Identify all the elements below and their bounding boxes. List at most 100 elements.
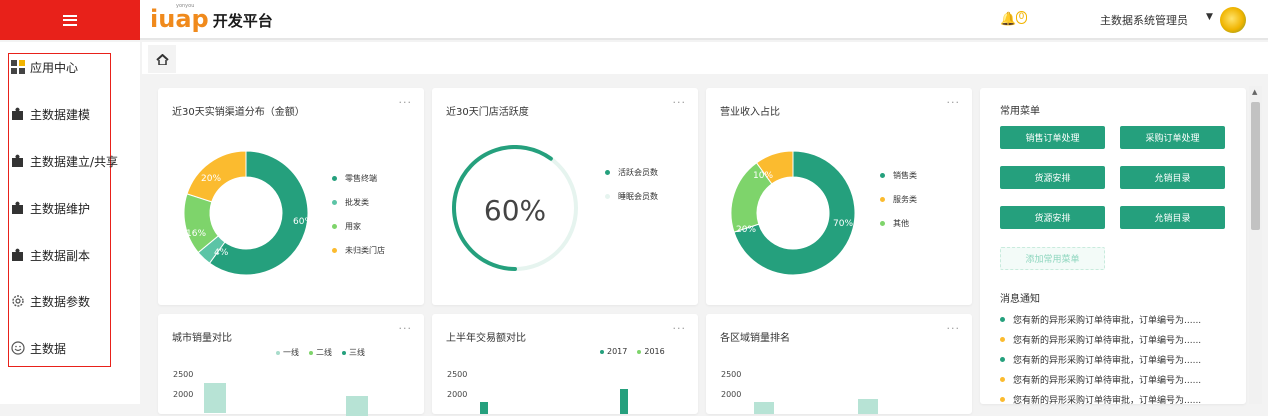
caret-down-icon[interactable]: ▼ (1206, 12, 1213, 22)
activity-gauge-chart: 60% (452, 145, 578, 271)
sidebar-item-modeling[interactable]: 主数据建模 (10, 104, 90, 124)
quick-menu-button[interactable]: 货源安排 (1000, 166, 1105, 189)
card-title: 近30天实销渠道分布（金额） (172, 107, 305, 118)
sidebar-item-share[interactable]: 主数据建立/共享 (10, 151, 118, 171)
more-icon[interactable]: ··· (673, 322, 687, 335)
grid-icon (10, 60, 25, 75)
logo-subtitle: 开发平台 (212, 12, 273, 30)
quick-menu-button[interactable]: 货源安排 (1000, 206, 1105, 229)
more-icon[interactable]: ··· (947, 322, 961, 335)
legend-item: 一线 (276, 347, 299, 358)
scrollbar[interactable]: ▲ (1249, 86, 1262, 404)
slice-label-service: 20% (736, 225, 756, 235)
store-activity-card: 近30天门店活跃度 ··· 60% 活跃会员数 睡眠会员数 (432, 88, 698, 305)
slice-label-other: 10% (753, 171, 773, 181)
slice-label-retail: 60% (293, 217, 311, 227)
y-tick-label: 2500 (173, 370, 194, 379)
menu-toggle-button[interactable] (0, 0, 140, 40)
y-tick-label: 2500 (721, 370, 742, 379)
logo-small-text: yonyou (176, 3, 195, 9)
region-ranking-card: 各区域销量排名 ··· 2500 2000 (706, 314, 972, 414)
message-item[interactable]: 您有新的异形采购订单待审批，订单编号为...... (1000, 373, 1201, 386)
bar (620, 389, 628, 414)
message-item[interactable]: 您有新的异形采购订单待审批，订单编号为...... (1000, 353, 1201, 366)
card-title: 近30天门店活跃度 (446, 107, 529, 118)
bar (204, 383, 226, 413)
channel-legend: 零售终端 批发类 用家 未归类门店 (332, 173, 385, 269)
logo-brand: iuap (150, 5, 209, 33)
card-title: 城市销量对比 (172, 333, 232, 344)
home-button[interactable] (148, 45, 176, 73)
y-tick-label: 2000 (173, 390, 194, 399)
card-title: 上半年交易额对比 (446, 333, 526, 344)
legend-item: 睡眠会员数 (605, 191, 658, 202)
half-year-card: 上半年交易额对比 ··· 2017 2016 2500 2000 (432, 314, 698, 414)
city-sales-card: 城市销量对比 ··· 一线 二线 三线 2500 2000 (158, 314, 424, 416)
y-tick-label: 2000 (447, 390, 468, 399)
smile-icon (10, 341, 25, 356)
sidebar-item-params[interactable]: 主数据参数 (10, 291, 90, 311)
gauge-value: 60% (484, 194, 546, 227)
quick-menu-button[interactable]: 允销目录 (1120, 206, 1225, 229)
sidebar-item-label: 主数据建模 (30, 107, 91, 122)
quick-menu-button[interactable]: 采购订单处理 (1120, 126, 1225, 149)
gear-icon (10, 294, 25, 309)
y-tick-label: 2000 (721, 390, 742, 399)
sidebar-item-label: 主数据副本 (30, 248, 91, 263)
sidebar-item-label: 主数据维护 (30, 201, 91, 216)
legend-item: 活跃会员数 (605, 167, 658, 178)
slice-label-wholesale: 4% (214, 248, 229, 258)
scroll-up-icon[interactable]: ▲ (1252, 88, 1257, 96)
message-item[interactable]: 您有新的异形采购订单待审批，订单编号为...... (1000, 313, 1201, 326)
top-bar: yonyou iuap 开发平台 🔔 0 主数据系统管理员 ▼ (0, 0, 1268, 40)
legend-item: 2017 (600, 347, 627, 356)
activity-legend: 活跃会员数 睡眠会员数 (605, 167, 658, 215)
half-year-legend: 2017 2016 (600, 347, 665, 356)
revenue-share-card: 营业收入占比 ··· 70% 20% 10% 销售类 服务类 其他 (706, 88, 972, 305)
revenue-donut-segments (730, 150, 856, 276)
more-icon[interactable]: ··· (399, 322, 413, 335)
legend-item: 服务类 (880, 194, 917, 205)
add-quick-menu-button[interactable]: 添加常用菜单 (1000, 247, 1105, 270)
bar (858, 399, 878, 414)
slice-label-sales: 70% (833, 219, 853, 229)
more-icon[interactable]: ··· (399, 96, 413, 109)
user-name[interactable]: 主数据系统管理员 (1100, 12, 1188, 28)
messages-title: 消息通知 (1000, 294, 1040, 305)
legend-item: 2016 (637, 347, 665, 356)
sidebar-item-maintain[interactable]: 主数据维护 (10, 198, 90, 218)
sidebar-item-app-center[interactable]: 应用中心 (10, 57, 78, 77)
sidebar-item-master-data[interactable]: 主数据 (10, 338, 66, 358)
puzzle-icon (10, 154, 25, 169)
message-item[interactable]: 您有新的异形采购订单待审批，订单编号为...... (1000, 333, 1201, 346)
legend-item: 未归类门店 (332, 245, 385, 256)
puzzle-icon (10, 248, 25, 263)
sidebar-item-label: 应用中心 (30, 60, 79, 75)
avatar[interactable] (1220, 7, 1246, 33)
quick-menu-button[interactable]: 允销目录 (1120, 166, 1225, 189)
more-icon[interactable]: ··· (673, 96, 687, 109)
notification-badge[interactable]: 0 (1016, 11, 1027, 24)
sidebar-item-label: 主数据参数 (30, 294, 91, 309)
logo[interactable]: yonyou iuap 开发平台 (150, 3, 273, 33)
bell-icon[interactable]: 🔔 (1000, 12, 1016, 27)
more-icon[interactable]: ··· (947, 96, 961, 109)
message-item[interactable]: 您有新的异形采购订单待审批，订单编号为...... (1000, 393, 1201, 406)
quick-menu-button[interactable]: 销售订单处理 (1000, 126, 1105, 149)
city-legend: 一线 二线 三线 (276, 347, 365, 358)
sidebar-item-label: 主数据 (30, 341, 67, 356)
breadcrumb (142, 42, 1268, 74)
revenue-legend: 销售类 服务类 其他 (880, 170, 917, 242)
channel-donut-segments (183, 150, 309, 276)
channel-distribution-card: 近30天实销渠道分布（金额） ··· 60% 4% 16% 20% 零售终端 批… (158, 88, 424, 305)
legend-item: 其他 (880, 218, 917, 229)
scroll-thumb[interactable] (1251, 102, 1260, 230)
quick-menu-title: 常用菜单 (1000, 106, 1040, 117)
sidebar-item-label: 主数据建立/共享 (30, 154, 119, 169)
sidebar: 应用中心 主数据建模 主数据建立/共享 主数据维护 主数据副本 主数据参数 主数… (0, 42, 140, 404)
hamburger-icon (63, 14, 77, 26)
sidebar-item-copy[interactable]: 主数据副本 (10, 245, 90, 265)
legend-item: 三线 (342, 347, 365, 358)
slice-label-unclassified: 20% (201, 174, 221, 184)
channel-donut-chart: 60% 4% 16% 20% (183, 150, 311, 276)
